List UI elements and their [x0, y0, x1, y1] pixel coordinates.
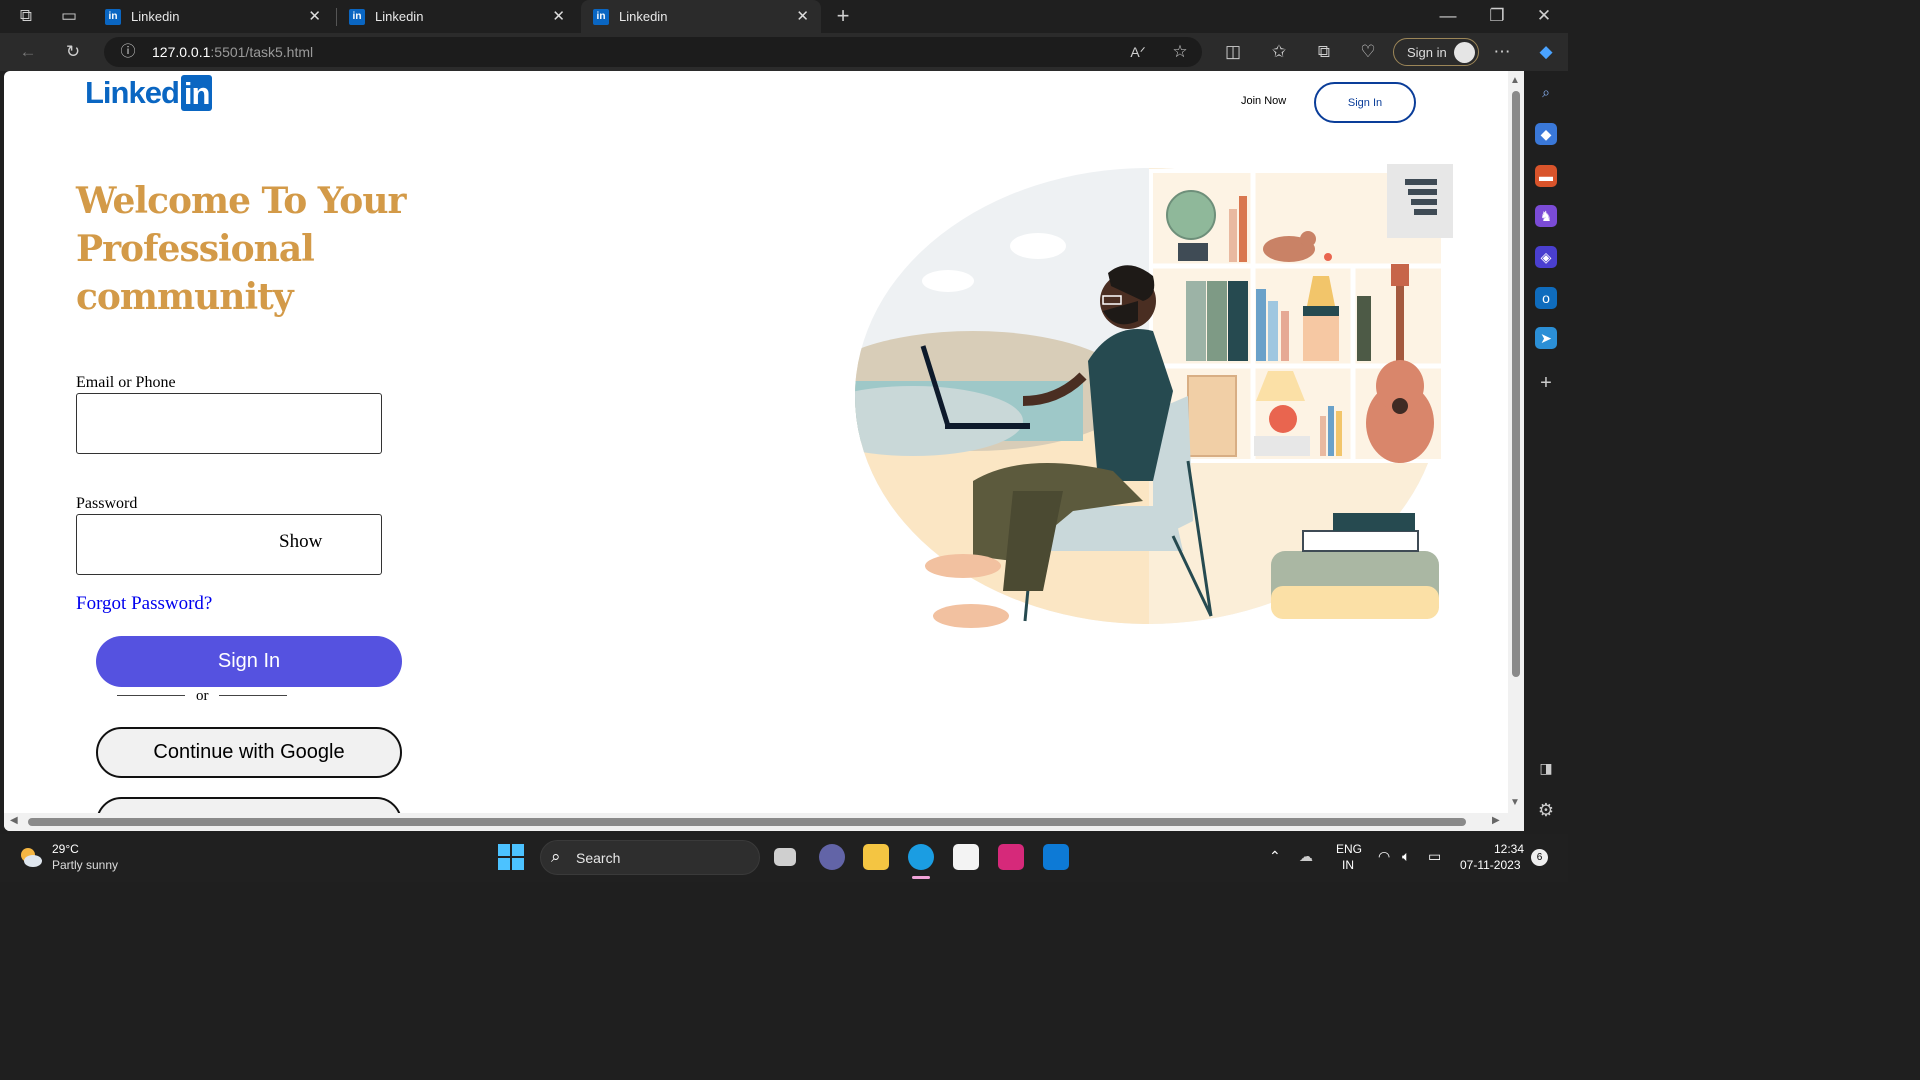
- address-bar[interactable]: ⓘ 127.0.0.1:5501/task5.html Aᐟ ☆: [104, 37, 1202, 67]
- email-field[interactable]: [76, 393, 382, 454]
- scroll-up-arrow-icon[interactable]: ▲: [1510, 75, 1520, 86]
- language-indicator[interactable]: ENG: [1336, 842, 1362, 856]
- scroll-down-arrow-icon[interactable]: ▼: [1510, 797, 1520, 808]
- divider-line: [219, 695, 287, 696]
- linkedin-logo[interactable]: Linked in: [85, 75, 213, 111]
- region-indicator[interactable]: IN: [1342, 858, 1354, 872]
- divider-line: [117, 695, 185, 696]
- hero-illustration: [855, 164, 1453, 628]
- new-tab-icon[interactable]: +: [831, 4, 855, 28]
- send-icon[interactable]: ➤: [1535, 327, 1557, 349]
- windows-taskbar: 29°C Partly sunny ⌕ Search ⌃ ☁ ENG IN ◠ …: [0, 834, 1568, 882]
- scroll-left-arrow-icon[interactable]: ◀: [10, 815, 18, 826]
- file-explorer-icon[interactable]: [863, 844, 889, 870]
- tab-actions-icon[interactable]: ▭: [57, 4, 81, 28]
- tab-2[interactable]: in Linkedin ✕: [337, 0, 577, 33]
- page-headline: Welcome To Your Professional community: [76, 180, 406, 318]
- address-bar-row: ← ↻ ⓘ 127.0.0.1:5501/task5.html Aᐟ ☆ ◫ ✩…: [0, 33, 1568, 71]
- games-icon[interactable]: ♞: [1535, 205, 1557, 227]
- favorite-star-icon[interactable]: ☆: [1168, 40, 1192, 64]
- page-viewport: Linked in Join Now Sign In Welcome To You…: [4, 71, 1524, 831]
- teams-chat-icon[interactable]: [819, 844, 845, 870]
- microsoft-store-icon[interactable]: [953, 844, 979, 870]
- password-field[interactable]: [76, 514, 382, 575]
- wall-picture: [1387, 164, 1453, 238]
- instagram-icon[interactable]: [998, 844, 1024, 870]
- vertical-scroll-thumb[interactable]: [1512, 91, 1520, 677]
- task-view-icon[interactable]: [774, 848, 796, 866]
- tab-3-active[interactable]: in Linkedin ✕: [581, 0, 821, 33]
- tab-1[interactable]: in Linkedin ✕: [93, 0, 333, 33]
- onedrive-status-icon[interactable]: ☁: [1299, 848, 1313, 865]
- copilot-icon[interactable]: ◆: [1534, 40, 1558, 64]
- collections-icon[interactable]: ⧉: [1312, 40, 1336, 64]
- tab-title: Linkedin: [131, 9, 180, 24]
- partly-sunny-weather-icon[interactable]: [18, 844, 44, 870]
- scroll-right-arrow-icon[interactable]: ▶: [1492, 815, 1500, 826]
- outlook-icon[interactable]: o: [1535, 287, 1557, 309]
- minimize-icon[interactable]: —: [1436, 4, 1460, 28]
- close-tab-icon[interactable]: ✕: [552, 7, 565, 25]
- show-password-toggle[interactable]: Show: [279, 531, 322, 553]
- split-screen-icon[interactable]: ◫: [1221, 40, 1245, 64]
- nav-sign-in-button[interactable]: Sign In: [1314, 82, 1416, 123]
- shopping-tag-icon[interactable]: ◆: [1535, 123, 1557, 145]
- edge-browser-icon[interactable]: [908, 844, 934, 870]
- add-sidebar-app-icon[interactable]: +: [1535, 372, 1557, 394]
- profile-avatar: [1454, 42, 1475, 63]
- password-label: Password: [76, 495, 138, 512]
- linkedin-favicon-icon: in: [105, 8, 121, 25]
- microsoft-365-icon[interactable]: ◈: [1535, 246, 1557, 268]
- back-icon[interactable]: ←: [16, 40, 40, 64]
- restore-icon[interactable]: ❐: [1485, 4, 1509, 28]
- start-windows-icon[interactable]: [498, 844, 524, 870]
- horizontal-scroll-thumb[interactable]: [28, 818, 1466, 826]
- settings-gear-icon[interactable]: ⚙: [1535, 799, 1557, 821]
- taskbar-search-box[interactable]: ⌕ Search: [540, 840, 760, 875]
- sign-in-button[interactable]: Sign In: [96, 636, 402, 687]
- tools-icon[interactable]: ▬: [1535, 165, 1557, 187]
- wifi-icon[interactable]: ◠: [1378, 848, 1390, 865]
- profile-sign-in-button[interactable]: Sign in: [1393, 38, 1479, 66]
- notification-badge[interactable]: 6: [1531, 849, 1548, 866]
- browser-tab-strip: ⧉ ▭ in Linkedin ✕ in Linkedin ✕ in Linke…: [0, 0, 1568, 33]
- continue-with-google-button[interactable]: Continue with Google: [96, 727, 402, 778]
- more-menu-icon[interactable]: ⋯: [1490, 40, 1514, 64]
- email-label: Email or Phone: [76, 374, 176, 391]
- favorites-icon[interactable]: ✩: [1267, 40, 1291, 64]
- hide-sidebar-icon[interactable]: ◨: [1535, 757, 1557, 779]
- weather-description[interactable]: Partly sunny: [52, 858, 118, 872]
- workspaces-icon[interactable]: ⧉: [14, 4, 38, 28]
- close-window-icon[interactable]: ✕: [1532, 4, 1556, 28]
- join-now-link[interactable]: Join Now: [1241, 95, 1286, 107]
- browser-essentials-icon[interactable]: ♡: [1356, 40, 1380, 64]
- search-icon: ⌕: [551, 847, 561, 866]
- edge-sidebar: ⌕ ◆ ▬ ♞ ◈ o ➤ + ◨ ⚙: [1524, 71, 1568, 831]
- close-tab-icon[interactable]: ✕: [308, 7, 321, 25]
- show-hidden-icons-chevron-icon[interactable]: ⌃: [1269, 848, 1281, 865]
- tab-title: Linkedin: [375, 9, 424, 24]
- weather-temperature[interactable]: 29°C: [52, 842, 79, 856]
- url-text[interactable]: 127.0.0.1:5501/task5.html: [152, 44, 313, 60]
- refresh-icon[interactable]: ↻: [61, 40, 85, 64]
- clock-date[interactable]: 07-11-2023: [1460, 858, 1521, 872]
- volume-icon[interactable]: 🔈︎: [1402, 848, 1410, 865]
- clock-time[interactable]: 12:34: [1494, 842, 1524, 856]
- read-aloud-icon[interactable]: Aᐟ: [1126, 40, 1150, 64]
- battery-icon[interactable]: ▭: [1428, 848, 1441, 865]
- vscode-icon[interactable]: [1043, 844, 1069, 870]
- linkedin-favicon-icon: in: [593, 8, 609, 25]
- search-icon[interactable]: ⌕: [1535, 81, 1557, 103]
- forgot-password-link[interactable]: Forgot Password?: [76, 593, 212, 615]
- tab-title: Linkedin: [619, 9, 668, 24]
- or-separator: or: [196, 688, 209, 704]
- close-tab-icon[interactable]: ✕: [796, 7, 809, 25]
- linkedin-favicon-icon: in: [349, 8, 365, 25]
- site-info-icon[interactable]: ⓘ: [116, 40, 140, 64]
